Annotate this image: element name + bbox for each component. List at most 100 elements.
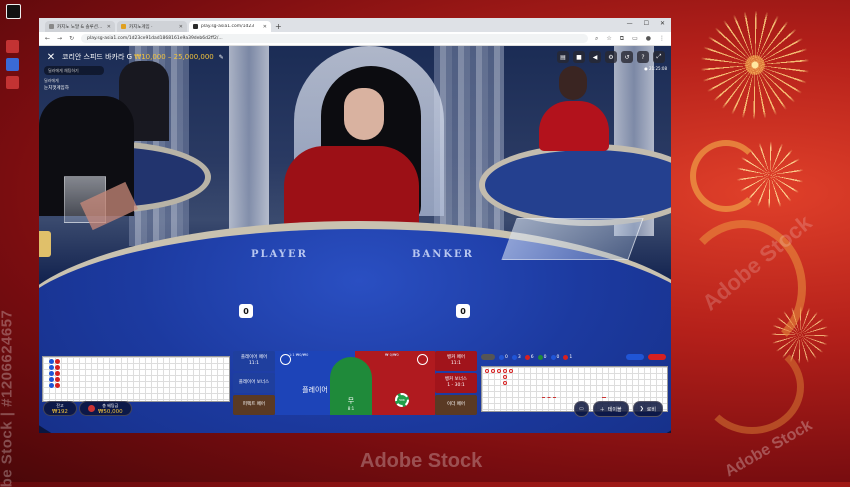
address-bar: ← → ↻ play.sg-asia1.com/1d23ce91dad18681… (39, 32, 671, 46)
game-toolbar: ▤ ■ ◀ ⚙ ↺ ? ⤢ (557, 51, 665, 63)
settings-gear-icon[interactable]: ⚙ (605, 51, 617, 63)
firework-decoration (700, 10, 810, 120)
dealer-background (539, 101, 609, 151)
stat-dot-icon (563, 354, 569, 360)
browser-tab[interactable]: 카지노 노말 & 솔루션 · 보증 ✕ (45, 21, 115, 32)
maximize-button[interactable]: ☐ (644, 20, 649, 27)
forward-icon[interactable]: → (57, 35, 62, 42)
sound-icon[interactable]: ◀ (589, 51, 601, 63)
balance-area: 잔고 ₩192 총 베팅금 ₩50,000 (43, 401, 132, 416)
banker-pair-bet[interactable]: 뱅커 페어 11:1 (435, 351, 477, 371)
back-icon[interactable]: ← (45, 35, 50, 42)
fullscreen-icon[interactable]: ⤢ (653, 51, 665, 63)
player-table-label: PLAYER (251, 249, 308, 260)
bead-player (49, 377, 54, 382)
url-field[interactable]: play.sg-asia1.com/1d23ce91dad1868161e9a3… (81, 34, 589, 43)
reload-icon[interactable]: ↻ (69, 35, 74, 42)
tie-bet[interactable]: 무 8:1 (330, 357, 372, 415)
chat-icon[interactable]: ▤ (557, 51, 569, 63)
favicon-icon (121, 24, 126, 29)
bead-banker (55, 359, 60, 364)
chat-input[interactable]: 딜러에게 채팅하기 (44, 66, 104, 75)
bet-limits: ₩10,000 – 25,000,000 (134, 53, 214, 61)
perfect-pair-bet[interactable]: 퍼펙트 페어 (233, 395, 275, 415)
window-controls: — ☐ ✕ (627, 20, 665, 27)
desktop-icon[interactable] (6, 58, 19, 72)
road-mark (542, 397, 556, 399)
player-bet-info: 1:1 ₩0/₩0 (289, 353, 309, 357)
bookmark-star-icon[interactable]: ☆ (606, 35, 611, 43)
app-icon (6, 58, 19, 71)
side-menu-tab[interactable] (39, 231, 51, 257)
road-toggle[interactable] (481, 354, 495, 360)
road-mark (497, 369, 501, 373)
desktop-icon[interactable] (6, 40, 19, 54)
lobby-button[interactable]: ❯ 로비 (632, 401, 663, 417)
bead-banker (55, 383, 60, 388)
extensions-icon[interactable]: ⧉ (620, 35, 624, 43)
minimize-button[interactable]: — (627, 20, 633, 27)
history-icon[interactable]: ↺ (621, 51, 633, 63)
browser-tab-active[interactable]: play.sg-asia1.com/1d23 ✕ (189, 21, 271, 32)
stat-dot-icon (550, 354, 556, 360)
ask-banker-button[interactable] (648, 354, 666, 360)
address-actions: ⌕ ☆ ⧉ ▭ ● ⋮ (595, 35, 665, 43)
player-score: 0 (239, 304, 253, 318)
bead-player (49, 371, 54, 376)
placed-chip: 50K (395, 393, 409, 407)
bead-player (49, 365, 54, 370)
side-table (479, 144, 671, 226)
chat-panel: 딜러에게 채팅하기 딜러에게 눈치껏게임하 (44, 66, 104, 91)
watermark-text: be Stock | #1206624657 (0, 309, 16, 487)
bead-banker (55, 377, 60, 382)
favicon-icon (49, 24, 54, 29)
card-shoe (501, 218, 644, 260)
close-tab-icon[interactable]: ✕ (179, 24, 183, 30)
pin-icon[interactable]: ✎ (219, 54, 224, 61)
screen-mode-button[interactable]: ▭ (574, 401, 589, 417)
player-pair-bet[interactable]: 플레이어 페어 11:1 (233, 351, 275, 371)
help-icon[interactable]: ? (637, 51, 649, 63)
road-mark (485, 369, 489, 373)
video-icon[interactable]: ■ (573, 51, 585, 63)
dealer-background-head (559, 66, 587, 100)
swirl-decoration (690, 140, 762, 212)
either-pair-bet[interactable]: 이더 페어 (435, 395, 477, 415)
banker-table-label: BANKER (412, 249, 474, 260)
live-casino-game: PLAYER BANKER 0 0 ✕ 코리안 스피드 바카라 G ₩10,00… (39, 46, 671, 433)
close-tab-icon[interactable]: ✕ (107, 24, 111, 30)
profile-icon[interactable]: ● (646, 35, 651, 43)
sidepanel-icon[interactable]: ▭ (632, 35, 638, 43)
chips-icon (87, 405, 95, 412)
curtain-decoration (434, 46, 504, 246)
dealer-face (344, 88, 384, 140)
lobby-arrow-icon: ❯ (639, 406, 644, 412)
close-game-button[interactable]: ✕ (45, 51, 57, 63)
desktop-icon[interactable] (6, 4, 21, 20)
stat-dot-icon (511, 354, 517, 360)
desktop-icon[interactable] (6, 76, 19, 90)
chat-message: 딜러에게 (44, 78, 59, 83)
table-button[interactable]: ＋ 테이블 (592, 401, 629, 417)
road-mark (503, 375, 507, 379)
browser-tab[interactable]: 카지노게임 · ✕ (117, 21, 187, 32)
session-clock: ● 21:25:08 (644, 66, 667, 71)
close-window-button[interactable]: ✕ (660, 20, 665, 27)
player-bonus-bet[interactable]: 플레이어 보너스 (233, 373, 275, 393)
road-mark (503, 369, 507, 373)
app-icon (6, 40, 19, 53)
banker-bonus-bet[interactable]: 뱅커 보너스 1 - 30:1 (435, 373, 477, 393)
game-title: 코리안 스피드 바카라 G (62, 53, 133, 61)
pillar-decoration (229, 46, 269, 236)
menu-icon[interactable]: ⋮ (659, 35, 665, 43)
bet-indicator-icon (280, 354, 291, 365)
ask-player-button[interactable] (626, 354, 644, 360)
total-bet-value: ₩50,000 (97, 408, 123, 415)
zoom-icon[interactable]: ⌕ (595, 35, 598, 43)
stat-dot-icon (537, 354, 543, 360)
close-tab-icon[interactable]: ✕ (263, 24, 267, 30)
road-statistics: 0 3 6 0 0 1 (481, 352, 666, 362)
bead-road-board[interactable] (42, 356, 230, 402)
new-tab-button[interactable]: + (275, 21, 282, 32)
swirl-decoration (700, 340, 804, 434)
